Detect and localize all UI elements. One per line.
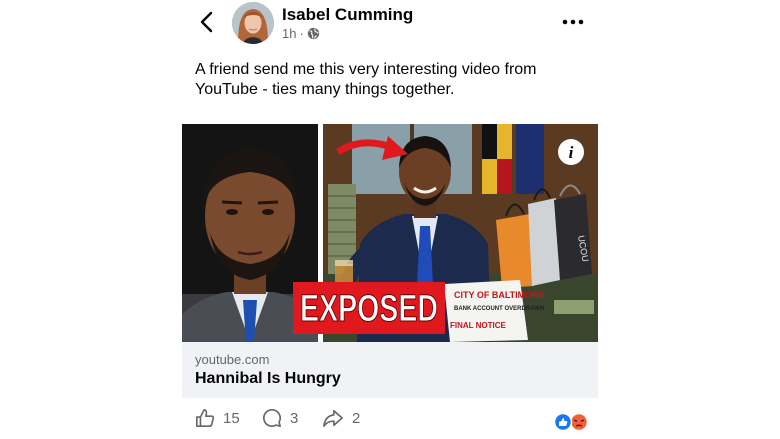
avatar[interactable] — [232, 2, 274, 44]
notice-line-3: FINAL NOTICE — [450, 321, 507, 330]
link-title[interactable]: Hannibal Is Hungry — [195, 370, 341, 388]
chevron-left-icon[interactable] — [196, 10, 218, 34]
post-meta: 1h · — [282, 26, 320, 41]
comment-icon — [263, 409, 281, 427]
reactions-summary[interactable] — [553, 412, 589, 432]
like-reaction-icon — [553, 412, 573, 432]
like-count: 15 — [223, 409, 240, 427]
meta-separator: · — [299, 26, 304, 41]
comment-button[interactable]: 3 — [262, 408, 298, 428]
author-name[interactable]: Isabel Cumming — [282, 5, 413, 25]
link-preview-card[interactable]: UCOU CITY OF BALTIMORE BANK ACCOUNT OVER… — [182, 124, 598, 398]
share-button[interactable]: 2 — [322, 408, 360, 428]
angry-reaction-icon — [569, 412, 589, 432]
info-icon[interactable]: i — [558, 139, 584, 165]
video-thumbnail[interactable]: UCOU CITY OF BALTIMORE BANK ACCOUNT OVER… — [182, 124, 598, 342]
link-domain: youtube.com — [195, 352, 270, 367]
thumbs-up-icon — [196, 409, 215, 427]
info-symbol: i — [569, 143, 574, 162]
more-horizontal-icon[interactable] — [561, 12, 585, 32]
notice-line-1: CITY OF BALTIMORE — [454, 290, 545, 300]
post-actions: 15 3 2 — [0, 408, 780, 434]
notice-line-2: BANK ACCOUNT OVERDRAWN — [454, 306, 544, 312]
globe-icon — [307, 27, 319, 40]
post-header: Isabel Cumming 1h · — [0, 0, 780, 50]
post-text: A friend send me this very interesting v… — [195, 61, 537, 98]
comment-count: 3 — [290, 409, 299, 427]
share-count: 2 — [352, 409, 361, 427]
like-button[interactable]: 15 — [195, 408, 240, 428]
share-icon — [323, 409, 343, 427]
exposed-banner: EXPOSED — [300, 288, 438, 330]
post-time[interactable]: 1h — [282, 26, 296, 41]
